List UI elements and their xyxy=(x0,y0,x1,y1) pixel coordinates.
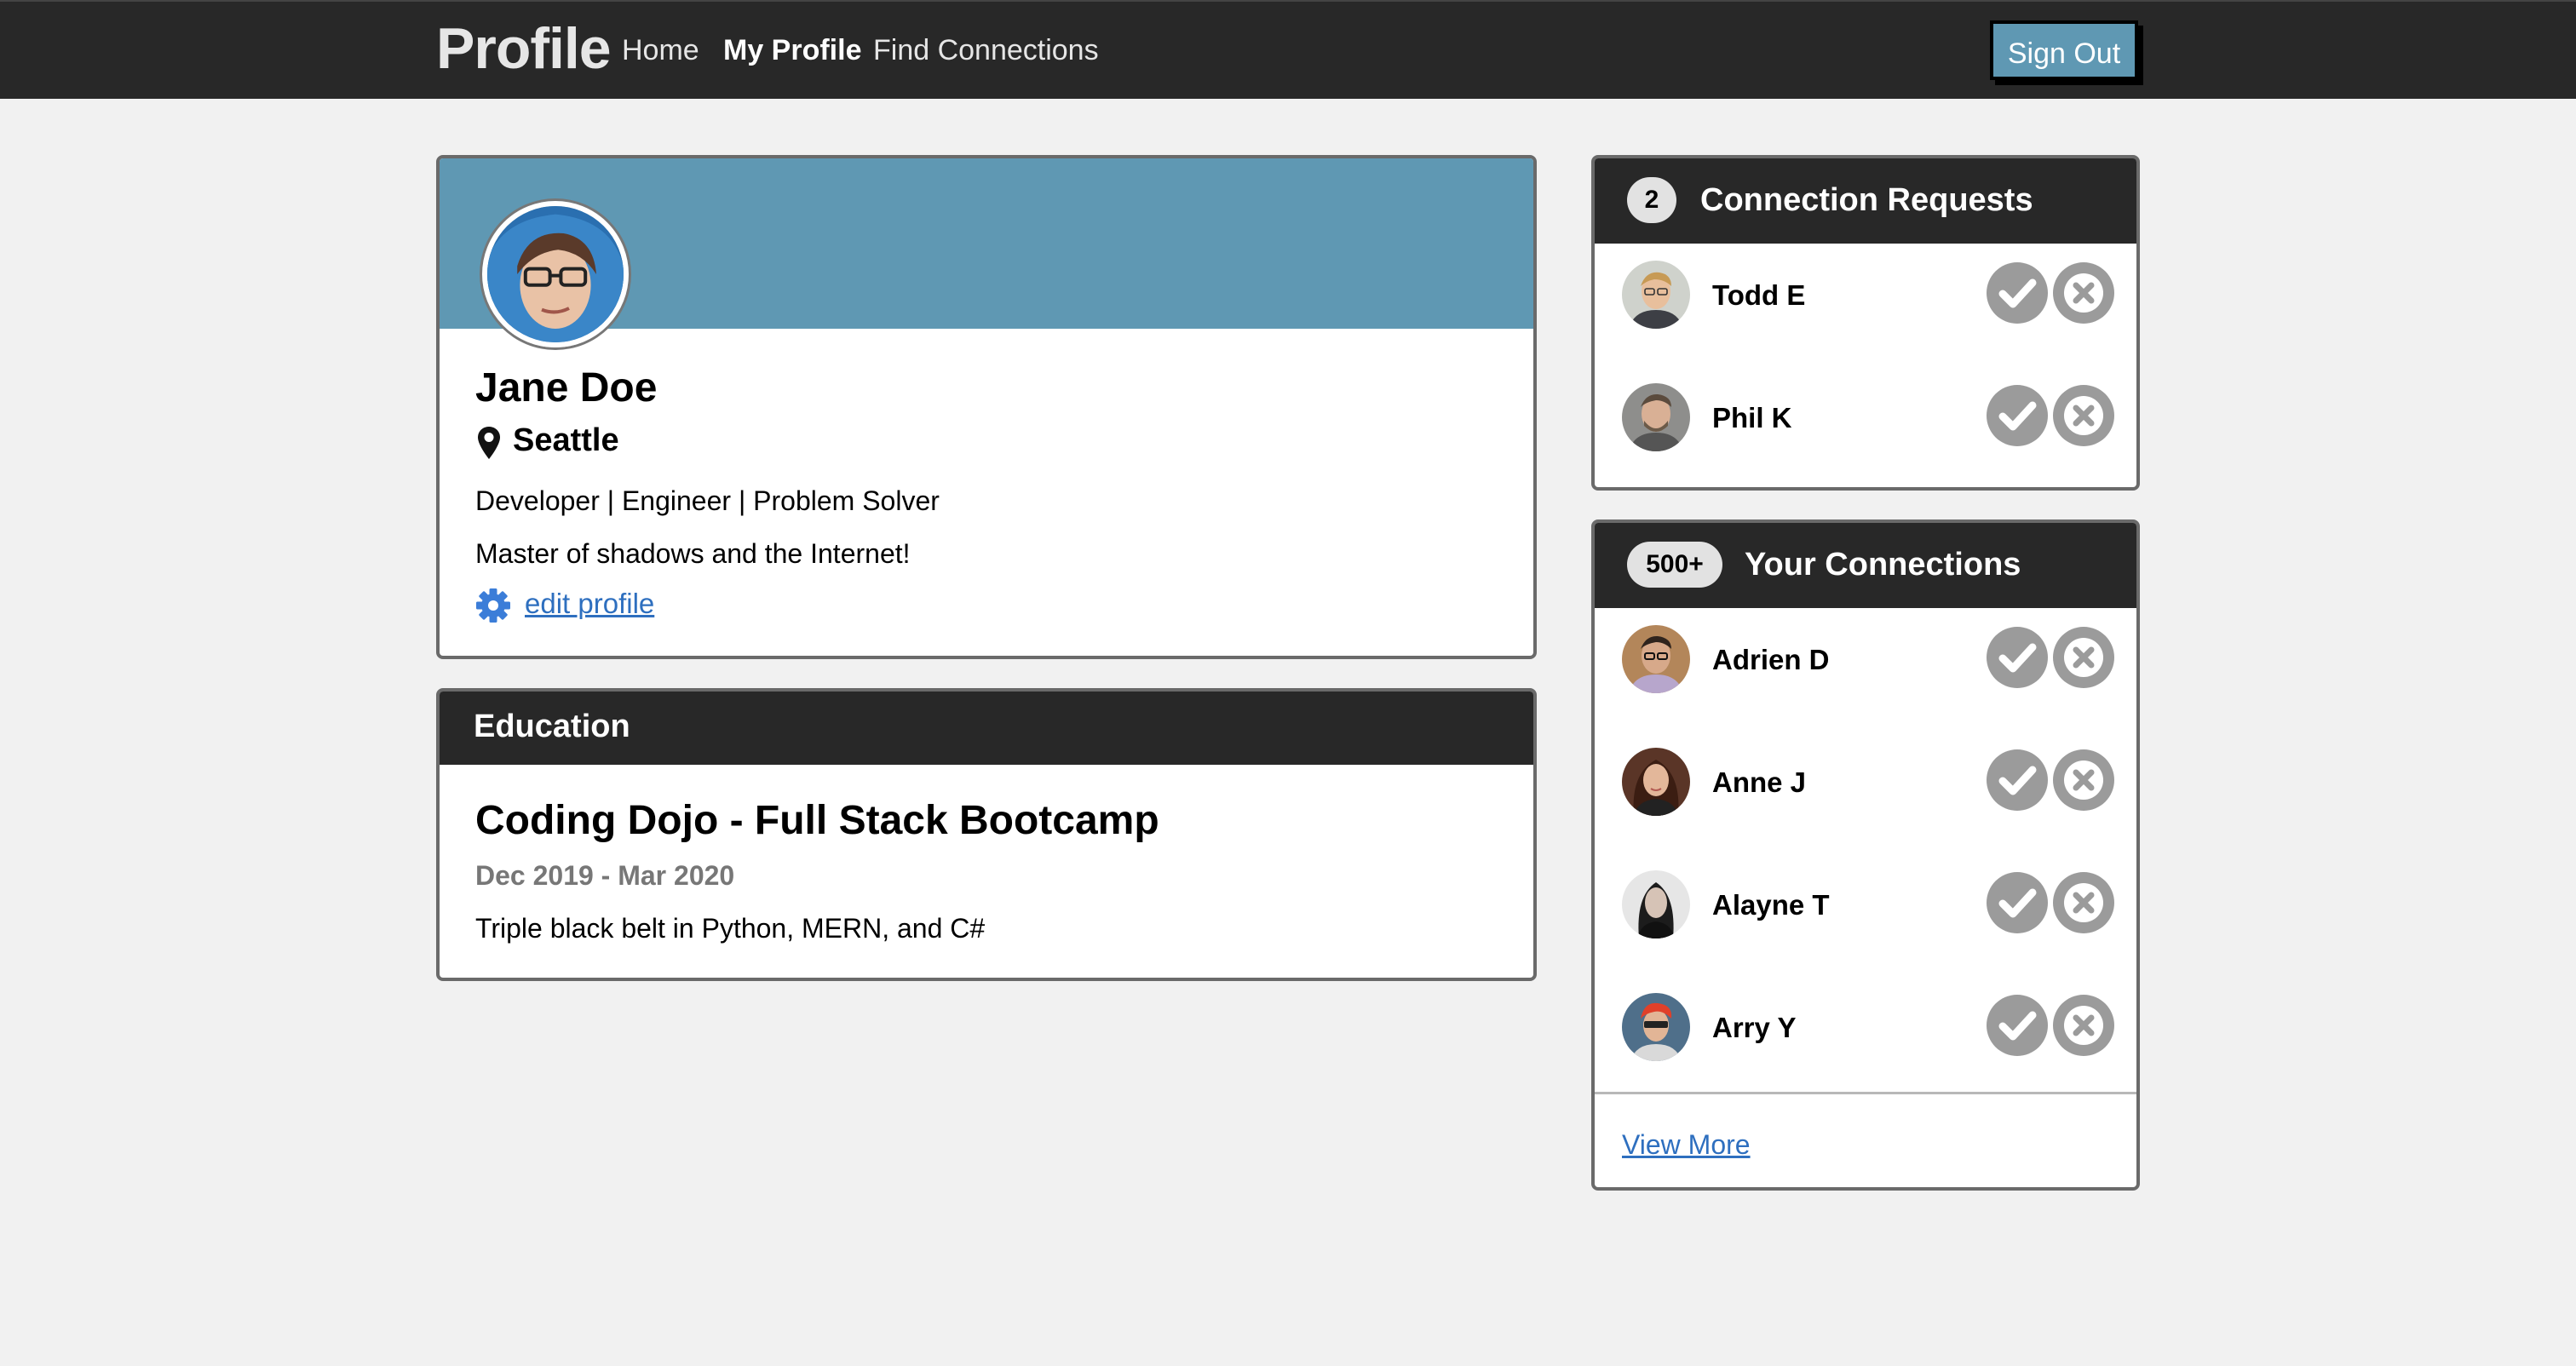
connection-name: Arry Y xyxy=(1712,1012,1797,1043)
connection-name: Adrien D xyxy=(1712,644,1830,675)
close-icon xyxy=(2064,1006,2103,1045)
nav-my-profile-link[interactable]: My Profile xyxy=(723,34,861,67)
profile-avatar xyxy=(482,201,629,347)
your-connections-header: 500+ Your Connections xyxy=(1595,523,2136,608)
education-heading: Education xyxy=(440,692,1533,765)
connection-name: Alayne T xyxy=(1712,889,1830,921)
avatar xyxy=(1622,993,1690,1061)
remove-button[interactable] xyxy=(2053,872,2114,933)
connection-requests-title: Connection Requests xyxy=(1700,182,2033,218)
nav-home-link[interactable]: Home xyxy=(622,34,699,67)
close-icon xyxy=(2064,760,2103,800)
avatar xyxy=(1622,870,1690,938)
connection-item: Arry Y xyxy=(1595,981,2136,1066)
brand-title: Profile xyxy=(436,16,612,81)
education-dates: Dec 2019 - Mar 2020 xyxy=(475,860,735,891)
profile-location: Seattle xyxy=(513,422,619,458)
education-card: Education Coding Dojo - Full Stack Bootc… xyxy=(436,688,1537,981)
remove-button[interactable] xyxy=(2053,995,2114,1056)
avatar xyxy=(1622,383,1690,451)
accept-button[interactable] xyxy=(1987,627,2048,688)
profile-card: Jane Doe Seattle Developer | Engineer | … xyxy=(436,155,1537,659)
your-connections-title: Your Connections xyxy=(1745,547,2021,583)
close-icon xyxy=(2064,883,2103,922)
nav-find-connections-link[interactable]: Find Connections xyxy=(873,34,1099,67)
your-connections-card: 500+ Your Connections Adrien D Anne J Al… xyxy=(1591,519,2140,1191)
request-item: Phil K xyxy=(1595,371,2136,456)
view-more-link[interactable]: View More xyxy=(1622,1129,1751,1161)
request-item: Todd E xyxy=(1595,249,2136,334)
check-icon xyxy=(1998,278,2037,308)
close-icon xyxy=(2064,273,2103,313)
education-school: Coding Dojo - Full Stack Bootcamp xyxy=(475,798,1159,843)
sign-out-button[interactable]: Sign Out xyxy=(1990,20,2138,80)
connection-name: Anne J xyxy=(1712,766,1807,798)
connection-requests-card: 2 Connection Requests Todd E Phil K xyxy=(1591,155,2140,491)
close-icon xyxy=(2064,638,2103,677)
check-icon xyxy=(1998,643,2037,673)
request-name: Phil K xyxy=(1712,402,1792,433)
accept-button[interactable] xyxy=(1987,749,2048,811)
top-navbar: Profile Home My Profile Find Connections… xyxy=(0,0,2576,99)
check-icon xyxy=(1998,401,2037,431)
profile-bio: Master of shadows and the Internet! xyxy=(475,538,911,569)
accept-button[interactable] xyxy=(1987,385,2048,446)
avatar xyxy=(1622,261,1690,329)
avatar xyxy=(1622,748,1690,816)
connection-item: Alayne T xyxy=(1595,858,2136,944)
profile-name: Jane Doe xyxy=(475,365,658,410)
connection-requests-header: 2 Connection Requests xyxy=(1595,158,2136,244)
decline-button[interactable] xyxy=(2053,262,2114,324)
education-description: Triple black belt in Python, MERN, and C… xyxy=(475,913,986,944)
check-icon xyxy=(1998,1011,2037,1041)
accept-button[interactable] xyxy=(1987,872,2048,933)
check-icon xyxy=(1998,766,2037,795)
accept-button[interactable] xyxy=(1987,262,2048,324)
connection-item: Anne J xyxy=(1595,736,2136,821)
edit-profile-link[interactable]: edit profile xyxy=(525,588,654,620)
connections-count-badge: 500+ xyxy=(1627,542,1722,588)
divider xyxy=(1595,1092,2136,1094)
avatar xyxy=(1622,625,1690,693)
connection-item: Adrien D xyxy=(1595,613,2136,698)
decline-button[interactable] xyxy=(2053,385,2114,446)
close-icon xyxy=(2064,396,2103,435)
remove-button[interactable] xyxy=(2053,627,2114,688)
check-icon xyxy=(1998,888,2037,918)
accept-button[interactable] xyxy=(1987,995,2048,1056)
request-name: Todd E xyxy=(1712,279,1806,311)
requests-count-badge: 2 xyxy=(1627,177,1676,223)
remove-button[interactable] xyxy=(2053,749,2114,811)
location-pin-icon xyxy=(478,427,500,459)
profile-headline: Developer | Engineer | Problem Solver xyxy=(475,485,940,516)
gear-icon[interactable] xyxy=(475,588,511,623)
